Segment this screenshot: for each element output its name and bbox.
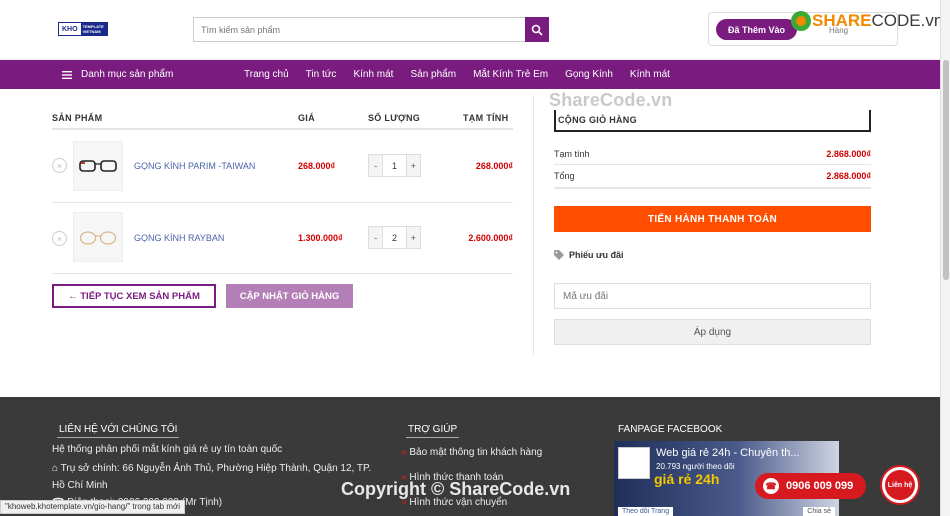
sharecode-leaf-icon (791, 11, 811, 31)
cart-totals-title: CỘNG GIỎ HÀNG (554, 110, 871, 132)
footer-contact-title: LIÊN HỆ VỚI CHÚNG TÔI (57, 424, 180, 438)
watermark-logo: SHARE CODE.vn (790, 10, 943, 32)
qty-plus-button[interactable]: + (406, 227, 420, 248)
cart-row: × GỌNG KÍNH RAYBAN 1.300.000₫ - 2 + 2.60… (52, 203, 513, 275)
col-header-quantity: SỐ LƯỢNG (368, 113, 421, 123)
cart-row: × GỌNG KÍNH PARIM -TAIWAN 268.000₫ - 1 +… (52, 131, 513, 203)
total-label: Tổng (554, 171, 575, 181)
facebook-follow-button[interactable]: Theo dõi Trang (618, 507, 674, 516)
nav-links: Trang chủ Tin tức Kính mát Sản phẩm Mắt … (244, 69, 687, 80)
cart-added-button[interactable]: Đã Thêm Vào (716, 19, 798, 40)
facebook-share-button[interactable]: Chia sẻ (803, 507, 835, 516)
tag-icon (554, 250, 564, 260)
product-thumbnail[interactable] (73, 212, 123, 262)
checkout-button[interactable]: TIẾN HÀNH THANH TOÁN (554, 206, 871, 232)
watermark-share-text: SHARE (812, 11, 872, 30)
coupon-input[interactable] (555, 284, 870, 308)
apply-coupon-button[interactable]: Áp dụng (554, 319, 871, 345)
hotline-button[interactable]: ☎ 0906 009 099 (755, 473, 866, 499)
footer-contact-desc: Hệ thống phân phối mắt kính giá rẻ uy tí… (52, 444, 283, 455)
remove-item-button[interactable]: × (52, 231, 67, 246)
help-link-privacy[interactable]: Bảo mật thông tin khách hàng (409, 447, 542, 458)
home-icon: ⌂ (52, 463, 61, 474)
col-header-price: GIÁ (298, 113, 315, 123)
logo-kho-text: KHO (59, 25, 81, 33)
nav-link-kids[interactable]: Mắt Kính Trẻ Em (473, 69, 548, 80)
search-input[interactable] (194, 18, 524, 41)
scrollbar-thumb[interactable] (943, 60, 949, 280)
copyright-watermark: Copyright © ShareCode.vn (341, 479, 571, 499)
footer-help-title: TRỢ GIÚP (406, 424, 460, 438)
qty-minus-button[interactable]: - (369, 227, 383, 248)
facebook-followers: 20.793 người theo dõi (656, 462, 735, 471)
browser-status-bar: "khoweb.khotemplate.vn/gio-hang/" trong … (0, 500, 186, 514)
product-price: 1.300.000₫ (298, 233, 343, 243)
nav-link-sunglasses-2[interactable]: Kính mát (630, 69, 670, 80)
row-divider (52, 273, 513, 274)
coupon-title-text: Phiếu ưu đãi (569, 250, 624, 260)
category-menu-label: Danh mục sản phẩm (81, 69, 174, 80)
watermark-text: ShareCode.vn (549, 90, 673, 110)
row-subtotal: 2.600.000₫ (468, 233, 513, 243)
row-subtotal: 268.000₫ (475, 161, 513, 171)
facebook-page-name[interactable]: Web giá rẻ 24h - Chuyên th... (656, 447, 800, 459)
glasses-image-icon (79, 231, 117, 245)
col-header-product: SẢN PHẨM (52, 113, 103, 123)
product-name-link[interactable]: GỌNG KÍNH RAYBAN (134, 233, 224, 243)
nav-link-products[interactable]: Sản phẩm (410, 69, 456, 80)
coupon-title: Phiếu ưu đãi (554, 250, 624, 260)
product-price: 268.000₫ (298, 161, 336, 171)
coupon-field (554, 283, 871, 309)
product-name-link[interactable]: GỌNG KÍNH PARIM -TAIWAN (134, 161, 255, 171)
search-icon (531, 24, 543, 36)
logo-template-text: TEMPLATE VIETNAM (80, 23, 107, 35)
hotline-number: 0906 009 099 (786, 480, 854, 492)
total-value: 2.868.000₫ (826, 171, 871, 181)
nav-link-frames[interactable]: Gọng Kính (565, 69, 613, 80)
contact-bubble-button[interactable]: Liên hệ (882, 467, 918, 503)
facebook-cover-text: giá rẻ 24h (654, 471, 720, 487)
footer-fanpage-title: FANPAGE FACEBOOK (618, 424, 723, 435)
table-header-divider (52, 128, 513, 130)
menu-icon (62, 70, 72, 79)
site-header: KHO TEMPLATE VIETNAM Đã Thêm Vào Hàng SH… (0, 0, 943, 60)
watermark-code-text: CODE.vn (871, 11, 944, 30)
qty-minus-button[interactable]: - (369, 155, 383, 176)
site-logo[interactable]: KHO TEMPLATE VIETNAM (58, 22, 108, 36)
quantity-stepper: - 2 + (368, 226, 421, 249)
nav-link-home[interactable]: Trang chủ (244, 69, 289, 80)
totals-divider (554, 187, 871, 189)
category-menu[interactable]: Danh mục sản phẩm (62, 69, 173, 80)
footer-address-text: Trụ sở chính: 66 Nguyễn Ảnh Thủ, Phường … (52, 463, 372, 491)
page-scrollbar[interactable] (940, 0, 950, 516)
product-thumbnail[interactable] (73, 141, 123, 191)
quantity-stepper: - 1 + (368, 154, 421, 177)
qty-plus-button[interactable]: + (406, 155, 420, 176)
footer-address: ⌂ Trụ sở chính: 66 Nguyễn Ảnh Thủ, Phườn… (52, 460, 372, 494)
qty-input[interactable]: 1 (382, 155, 407, 176)
totals-divider (554, 164, 871, 165)
main-nav: Danh mục sản phẩm Trang chủ Tin tức Kính… (0, 60, 940, 89)
continue-shopping-button[interactable]: ← TIẾP TỤC XEM SẢN PHẨM (52, 284, 216, 308)
search-button[interactable] (525, 17, 549, 42)
subtotal-label: Tạm tính (554, 149, 590, 159)
facebook-page-avatar (618, 447, 650, 479)
search-bar (193, 17, 549, 42)
phone-icon: ☎ (763, 478, 779, 494)
footer-help-link[interactable]: » Bảo mật thông tin khách hàng (401, 444, 542, 461)
nav-link-news[interactable]: Tin tức (306, 69, 337, 80)
remove-item-button[interactable]: × (52, 158, 67, 173)
col-header-subtotal: TẠM TÍNH (463, 113, 509, 123)
qty-input[interactable]: 2 (382, 227, 407, 248)
column-divider (533, 95, 534, 355)
glasses-image-icon (79, 160, 117, 172)
nav-link-sunglasses[interactable]: Kính mát (353, 69, 393, 80)
update-cart-button[interactable]: CẬP NHẬT GIỎ HÀNG (226, 284, 353, 308)
subtotal-value: 2.868.000₫ (826, 149, 871, 159)
